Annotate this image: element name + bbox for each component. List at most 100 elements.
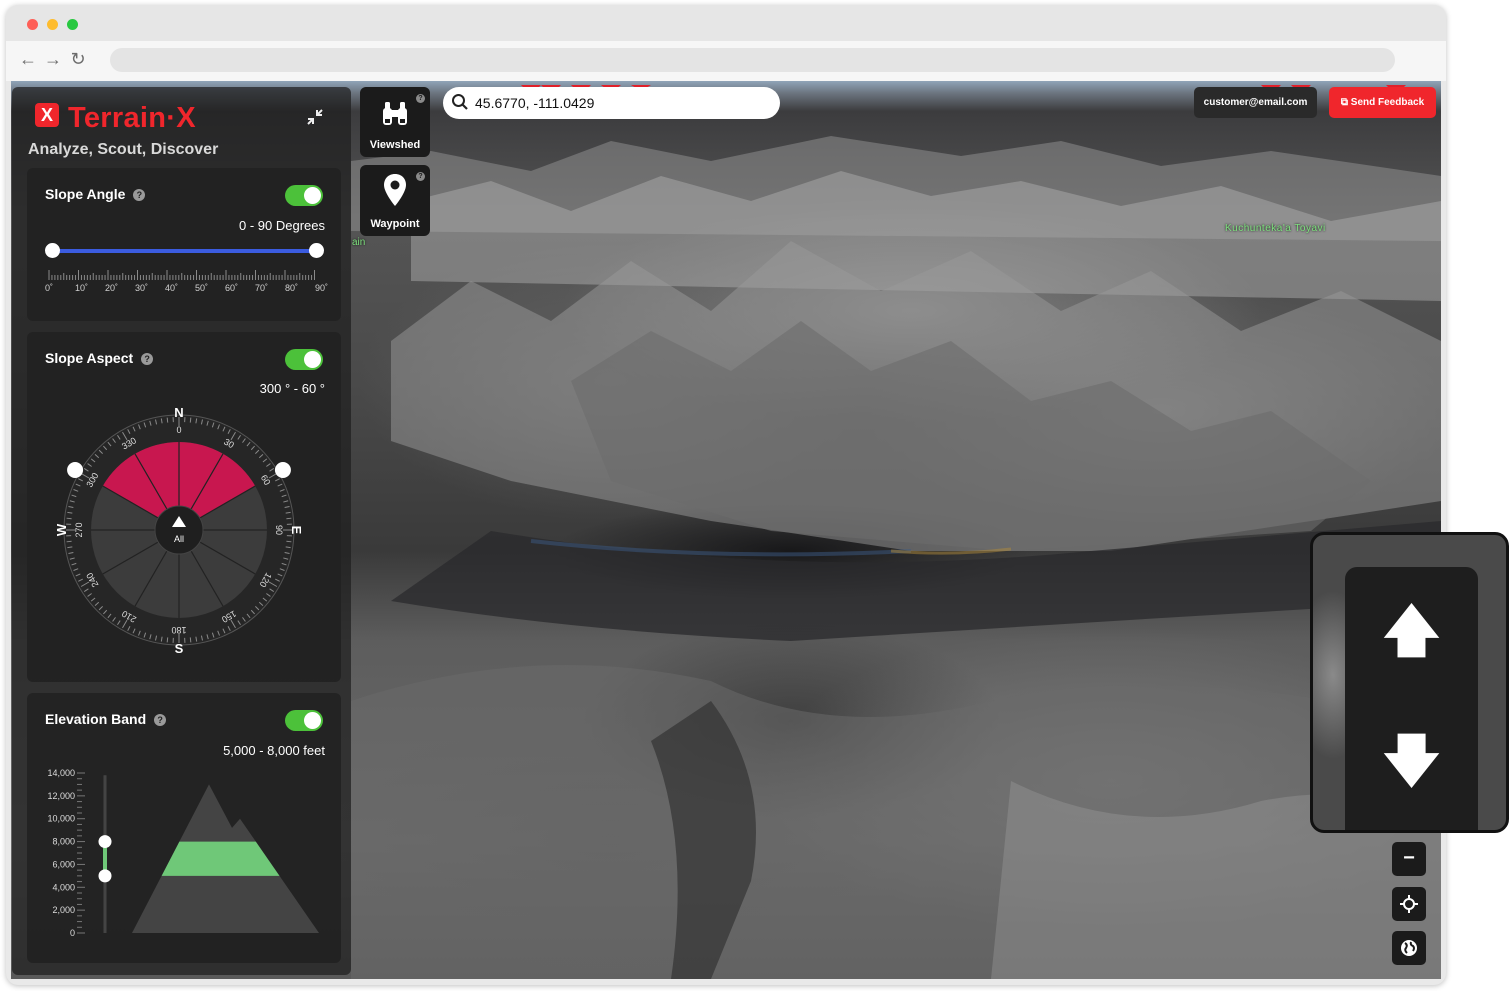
reload-icon[interactable]: ↻ [68, 49, 88, 69]
tick-label: 0˚ [45, 283, 54, 293]
elevation-band-title: Elevation Band? [45, 711, 167, 727]
address-bar[interactable] [110, 48, 1395, 72]
elevation-axis-label: 2,000 [52, 905, 75, 915]
elevation-band-toggle[interactable] [285, 710, 323, 731]
compass-tick [189, 417, 192, 423]
slope-aspect-title: Slope Aspect? [45, 350, 154, 366]
help-icon[interactable]: ? [133, 189, 146, 201]
tick-label: 50˚ [195, 283, 209, 293]
slope-angle-title: Slope Angle? [45, 186, 146, 202]
compass-tick [66, 517, 72, 520]
elevation-axis-label: 4,000 [52, 882, 75, 892]
help-icon[interactable]: ? [154, 714, 167, 726]
elevation-chart[interactable]: 14,000 12,000 10,000 8,000 6,000 4,000 2,000 0 [27, 763, 327, 953]
help-icon[interactable]: ? [141, 353, 154, 365]
compass-tick [66, 540, 72, 543]
all-label: All [174, 534, 184, 544]
elevation-low-handle[interactable] [98, 869, 112, 883]
slope-angle-ticks [48, 270, 315, 280]
all-directions-button[interactable] [154, 505, 204, 555]
map-pin-icon [384, 174, 406, 206]
forward-arrow-icon[interactable]: → [43, 49, 63, 69]
tick-label: 30˚ [135, 283, 149, 293]
elevation-axis-label: 10,000 [47, 814, 75, 824]
crosshair-icon [1400, 895, 1418, 913]
degree-label: 0 [176, 425, 181, 435]
help-icon[interactable]: ? [416, 172, 425, 181]
cardinal-e-label: E [289, 526, 304, 535]
compass-tick [189, 637, 192, 643]
slope-angle-min-handle[interactable] [45, 243, 60, 258]
recenter-button[interactable] [1392, 887, 1426, 921]
elevation-high-handle[interactable] [98, 835, 112, 849]
elevation-axis-label: 14,000 [47, 768, 75, 778]
slope-aspect-card: Slope Aspect? 300 ° - 60 ° 0 30 60 90 120 150… [27, 332, 341, 682]
elevation-band-highlight [161, 841, 280, 876]
coordinate-search-input[interactable]: 45.6770, -111.0429 [443, 87, 780, 119]
cardinal-w-label: W [54, 523, 69, 536]
map-partial-label: ain [352, 237, 366, 248]
search-value: 45.6770, -111.0429 [475, 95, 595, 111]
cardinal-n-label: N [174, 405, 183, 420]
slope-angle-toggle[interactable] [285, 185, 323, 206]
zoom-detail-popup: 🡅 🡇 [1310, 532, 1509, 833]
maximize-window-button[interactable] [67, 19, 78, 30]
tick-label: 10˚ [75, 283, 89, 293]
help-icon[interactable]: ? [416, 94, 425, 103]
waypoint-label: Waypoint [370, 218, 420, 230]
tick-label: 60˚ [225, 283, 239, 293]
elevation-axis-label: 0 [70, 928, 75, 938]
account-email-button[interactable]: customer@email.com [1194, 87, 1317, 118]
brand-name: Terrain·X [68, 102, 196, 134]
external-link-icon: ⧉ [1340, 97, 1351, 108]
search-icon [452, 94, 468, 110]
map-place-label: Kuchunteka'a Toyavi [1225, 223, 1326, 234]
tick-label: 70˚ [255, 283, 269, 293]
zoom-controls-magnified: 🡅 🡇 [1345, 567, 1478, 830]
degree-label: 180 [171, 625, 186, 635]
minimize-window-button[interactable] [47, 19, 58, 30]
elevation-band-card: Elevation Band? 5,000 - 8,000 feet 14,00… [27, 693, 341, 963]
degree-label: 270 [74, 522, 84, 537]
aspect-compass[interactable]: 0306090120150180210240270300330NESWAll [29, 402, 329, 672]
binoculars-icon [383, 102, 407, 125]
aspect-from-handle[interactable] [67, 462, 84, 478]
degree-label: 90 [274, 525, 284, 535]
back-arrow-icon[interactable]: ← [18, 49, 38, 69]
waypoint-tool-button[interactable]: ? Waypoint [360, 165, 430, 236]
compass-tick [286, 517, 292, 520]
slope-angle-track[interactable] [52, 249, 317, 253]
globe-button[interactable] [1392, 931, 1426, 965]
tick-label: 20˚ [105, 283, 119, 293]
slope-angle-range: 0 - 90 Degrees [239, 218, 325, 233]
tick-label: 90˚ [315, 283, 329, 293]
toggle-knob [304, 351, 321, 368]
collapse-icon[interactable] [306, 108, 324, 126]
toggle-knob [304, 712, 321, 729]
slope-angle-card: Slope Angle? 0 - 90 Degrees 0˚ 10˚ 20˚ 30˚ 4… [27, 168, 341, 321]
aspect-to-handle[interactable] [274, 462, 291, 478]
slope-aspect-range: 300 ° - 60 ° [259, 381, 325, 396]
compass-tick [166, 417, 169, 423]
down-arrow-icon[interactable]: 🡇 [1345, 733, 1478, 789]
close-window-button[interactable] [27, 19, 38, 30]
elevation-axis-label: 6,000 [52, 859, 75, 869]
toggle-knob [304, 187, 321, 204]
send-feedback-label: Send Feedback [1350, 97, 1425, 108]
elevation-axis-label: 12,000 [47, 791, 75, 801]
tick-label: 40˚ [165, 283, 179, 293]
slope-angle-max-handle[interactable] [309, 243, 324, 258]
brand-logo-icon: X [35, 103, 59, 127]
viewshed-tool-button[interactable]: ? Viewshed [360, 87, 430, 157]
send-feedback-button[interactable]: ⧉ Send Feedback [1329, 87, 1436, 118]
viewshed-label: Viewshed [369, 139, 421, 151]
slope-aspect-toggle[interactable] [285, 349, 323, 370]
globe-icon [1401, 940, 1417, 956]
up-arrow-icon[interactable]: 🡅 [1345, 603, 1478, 659]
compass-tick [166, 637, 169, 643]
zoom-out-button[interactable]: − [1392, 842, 1426, 876]
compass-tick [286, 540, 292, 543]
browser-toolbar: ← → ↻ [6, 41, 1446, 81]
elevation-axis-label: 8,000 [52, 837, 75, 847]
elevation-band-range: 5,000 - 8,000 feet [223, 743, 325, 758]
